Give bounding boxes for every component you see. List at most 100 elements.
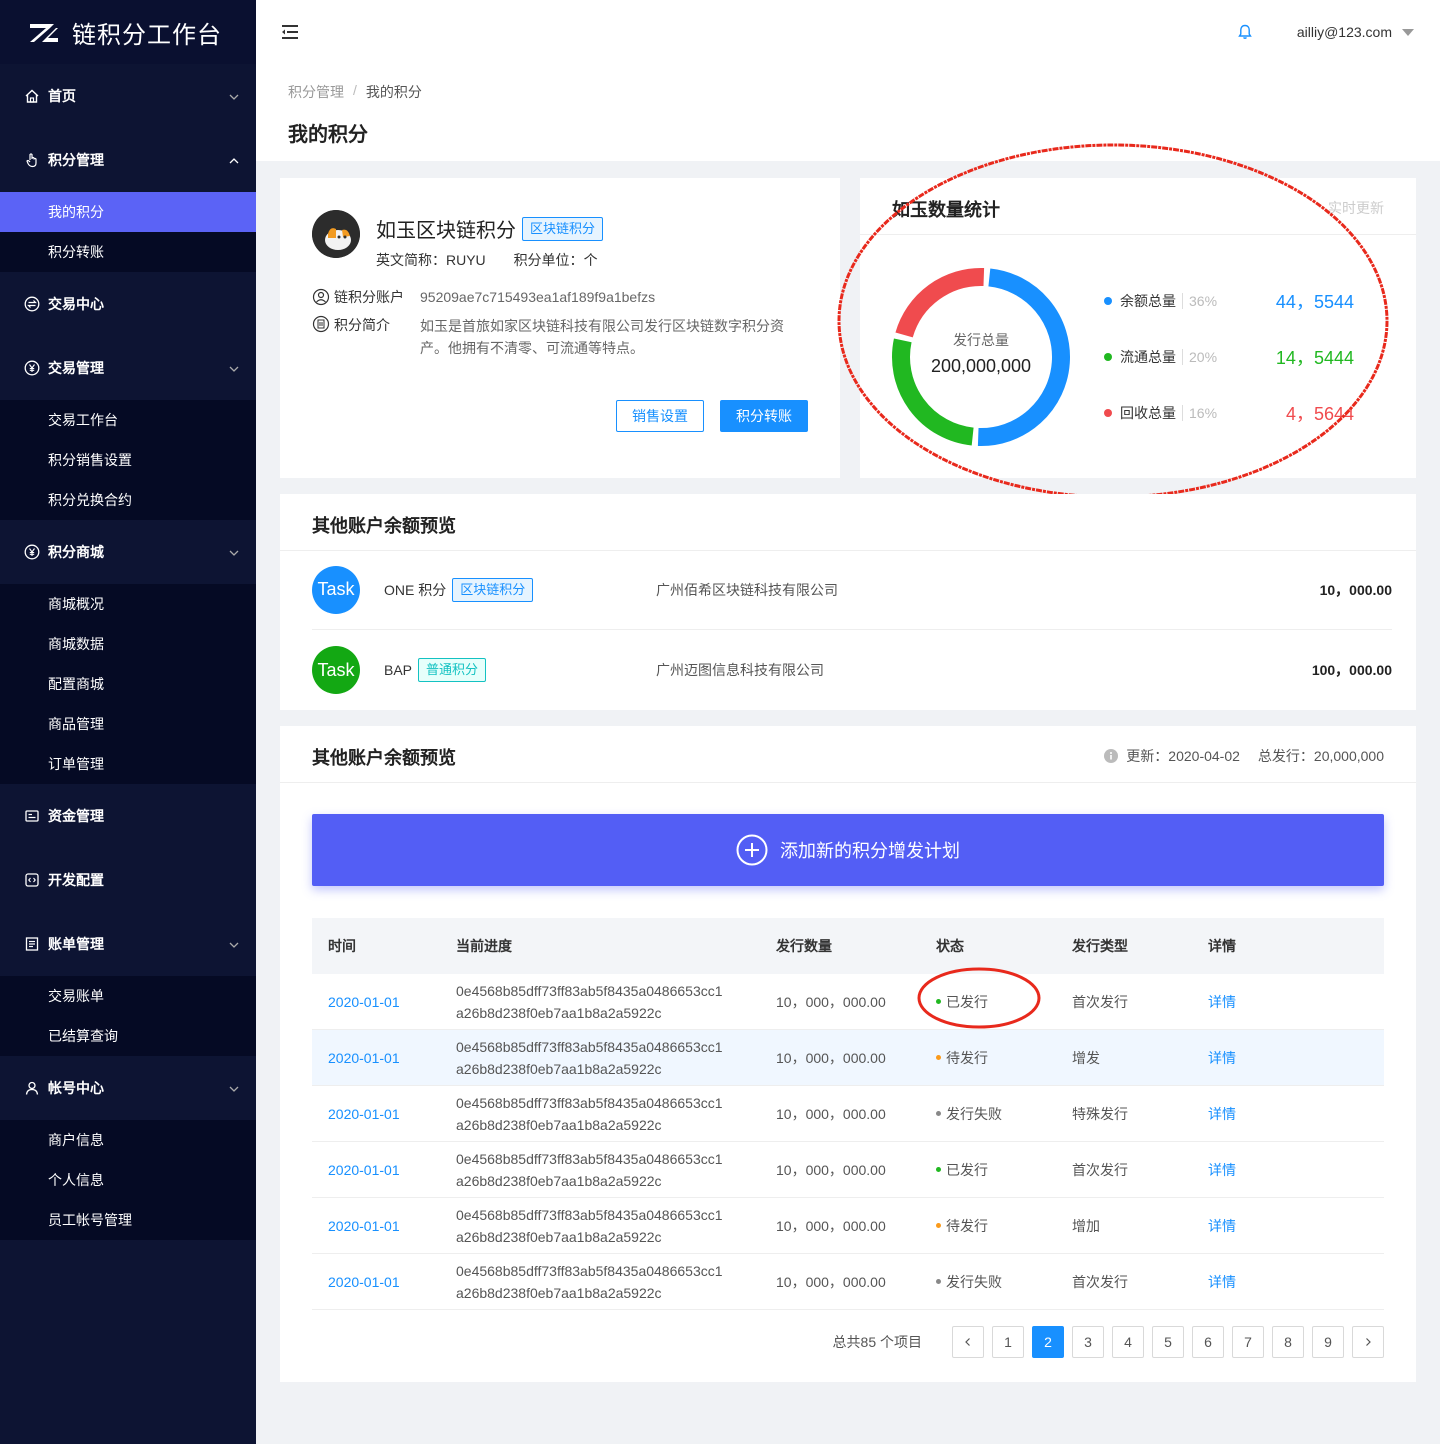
- status-dot: [936, 999, 941, 1004]
- sale-settings-button[interactable]: 销售设置: [616, 400, 704, 432]
- account-row[interactable]: Task ONE 积分 区块链积分 广州佰希区块链科技有限公司 10，000.00: [312, 550, 1392, 630]
- sidebar-group-label: 首页: [48, 88, 76, 104]
- add-issuance-plan-button[interactable]: 添加新的积分增发计划: [312, 814, 1384, 886]
- sidebar-item[interactable]: 交易账单: [0, 976, 256, 1016]
- page-button[interactable]: 7: [1232, 1326, 1264, 1358]
- row-detail-link[interactable]: 详情: [1208, 992, 1308, 1012]
- row-type: 首次发行: [1072, 1161, 1128, 1178]
- status-dot: [936, 1055, 941, 1060]
- sidebar-item[interactable]: 订单管理: [0, 744, 256, 784]
- row-date-link[interactable]: 2020-01-01: [312, 1106, 456, 1122]
- hash-line-2: a26b8d238f0eb7aa1b8a2a5922c: [456, 1004, 662, 1021]
- row-date-link[interactable]: 2020-01-01: [312, 1050, 456, 1066]
- page-button[interactable]: 5: [1152, 1326, 1184, 1358]
- sidebar-group-2[interactable]: 交易中心: [0, 272, 256, 336]
- sidebar-item[interactable]: 商户信息: [0, 1120, 256, 1160]
- sidebar-item[interactable]: 积分转账: [0, 232, 256, 272]
- sidebar-group-3[interactable]: 交易管理: [0, 336, 256, 400]
- column-header: 时间: [328, 938, 356, 954]
- row-date-link[interactable]: 2020-01-01: [312, 1274, 456, 1290]
- page-button[interactable]: 8: [1272, 1326, 1304, 1358]
- sidebar-item[interactable]: 我的积分: [0, 192, 256, 232]
- sidebar-group-0[interactable]: 首页: [0, 64, 256, 128]
- sidebar-item[interactable]: 商城概况: [0, 584, 256, 624]
- sidebar-item[interactable]: 员工帐号管理: [0, 1200, 256, 1240]
- next-page-button[interactable]: [1352, 1326, 1384, 1358]
- row-detail-link[interactable]: 详情: [1208, 1216, 1308, 1236]
- row-detail-link[interactable]: 详情: [1208, 1048, 1308, 1068]
- row-date-link[interactable]: 2020-01-01: [312, 1218, 456, 1234]
- total-label: 总发行：: [1257, 748, 1314, 764]
- bill-icon: [24, 936, 40, 952]
- sidebar-item[interactable]: 商品管理: [0, 704, 256, 744]
- home-icon: [24, 88, 40, 104]
- sidebar-group-5[interactable]: 资金管理: [0, 784, 256, 848]
- sidebar-submenu: 商城概况 商城数据 配置商城 商品管理 订单管理: [0, 584, 256, 784]
- account-name: ONE 积分: [384, 581, 447, 598]
- intro-label-wrap: 积分简介: [312, 315, 420, 359]
- row-detail-link[interactable]: 详情: [1208, 1160, 1308, 1180]
- breadcrumb-parent[interactable]: 积分管理: [288, 82, 344, 102]
- page-button[interactable]: 3: [1072, 1326, 1104, 1358]
- sidebar-group-6[interactable]: 开发配置: [0, 848, 256, 912]
- account-company: 广州佰希区块链科技有限公司: [656, 581, 838, 598]
- account-name: BAP: [384, 662, 413, 678]
- legend-dot: [1104, 409, 1112, 417]
- bell-icon[interactable]: [1237, 24, 1253, 40]
- pagination: 总共85 个项目 1 2 3 4 5 6 7 8 9: [833, 1326, 1384, 1358]
- sidebar-group-7[interactable]: 账单管理: [0, 912, 256, 976]
- chevron-down-icon[interactable]: [228, 1082, 240, 1094]
- page-header: 积分管理 / 我的积分 我的积分: [256, 64, 1440, 161]
- row-date-link[interactable]: 2020-01-01: [312, 1162, 456, 1178]
- sidebar-group-8[interactable]: 帐号中心: [0, 1056, 256, 1120]
- sidebar-group-1[interactable]: 积分管理: [0, 128, 256, 192]
- row-amount: 10，000，000.00: [776, 1273, 886, 1290]
- sidebar-item[interactable]: 已结算查询: [0, 1016, 256, 1056]
- stats-title: 如玉数量统计: [892, 200, 1000, 220]
- caret-down-icon[interactable]: [1402, 28, 1414, 36]
- page-button[interactable]: 4: [1112, 1326, 1144, 1358]
- chevron-down-icon[interactable]: [228, 90, 240, 102]
- row-status: 待发行: [936, 1216, 1072, 1236]
- page-button[interactable]: 1: [992, 1326, 1024, 1358]
- row-detail-link[interactable]: 详情: [1208, 1104, 1308, 1124]
- sidebar-item[interactable]: 积分销售设置: [0, 440, 256, 480]
- chevron-down-icon[interactable]: [228, 938, 240, 950]
- page-button[interactable]: 2: [1032, 1326, 1064, 1358]
- row-amount: 10，000，000.00: [776, 1105, 886, 1122]
- sidebar-item[interactable]: 积分兑换合约: [0, 480, 256, 520]
- issuance-info: 更新： 2020-04-02 总发行： 20,000,000: [1104, 746, 1384, 766]
- prev-page-button[interactable]: [952, 1326, 984, 1358]
- user-email[interactable]: ailliy@123.com: [1297, 24, 1392, 40]
- sidebar-item[interactable]: 配置商城: [0, 664, 256, 704]
- account-label: 链积分账户: [334, 289, 404, 305]
- status-dot: [936, 1279, 941, 1284]
- exchange-icon: [24, 296, 40, 312]
- status-text: 待发行: [946, 1217, 988, 1234]
- table-row: 2020-01-01 0e4568b85dff73ff83ab5f8435a048…: [312, 1142, 1384, 1198]
- transfer-button[interactable]: 积分转账: [720, 400, 808, 432]
- row-date-link[interactable]: 2020-01-01: [312, 994, 456, 1010]
- page-button[interactable]: 9: [1312, 1326, 1344, 1358]
- sidebar-item[interactable]: 交易工作台: [0, 400, 256, 440]
- menu-fold-icon[interactable]: [280, 22, 300, 42]
- sidebar-item[interactable]: 商城数据: [0, 624, 256, 664]
- row-detail-link[interactable]: 详情: [1208, 1272, 1308, 1292]
- account-row[interactable]: Task BAP 普通积分 广州迈图信息科技有限公司 100，000.00: [312, 630, 1392, 710]
- status-dot: [936, 1167, 941, 1172]
- hash-line-2: a26b8d238f0eb7aa1b8a2a5922c: [456, 1172, 662, 1189]
- row-progress-hash: 0e4568b85dff73ff83ab5f8435a0486653cc1 a26…: [456, 980, 776, 1024]
- page-button[interactable]: 6: [1192, 1326, 1224, 1358]
- app-logo[interactable]: 链积分工作台: [0, 0, 256, 64]
- wallet-icon: [24, 808, 40, 824]
- row-progress-hash: 0e4568b85dff73ff83ab5f8435a0486653cc1 a26…: [456, 1036, 776, 1080]
- sidebar-item[interactable]: 个人信息: [0, 1160, 256, 1200]
- chevron-down-icon[interactable]: [228, 362, 240, 374]
- chevron-up-icon[interactable]: [228, 154, 240, 166]
- column-header: 当前进度: [456, 938, 512, 954]
- realtime-update-label[interactable]: 实时更新: [1328, 198, 1384, 218]
- sidebar-submenu: 商户信息 个人信息 员工帐号管理: [0, 1120, 256, 1240]
- chevron-down-icon[interactable]: [228, 546, 240, 558]
- sidebar-group-4[interactable]: 积分商城: [0, 520, 256, 584]
- row-status: 已发行: [936, 1160, 1072, 1180]
